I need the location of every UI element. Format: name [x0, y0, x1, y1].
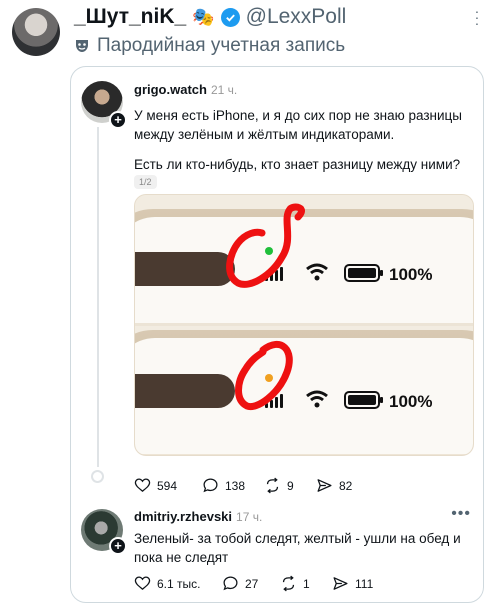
verified-icon	[220, 7, 240, 27]
quoted-time: 21 ч.	[210, 83, 238, 97]
parody-label: Пародийная учетная запись	[97, 35, 346, 56]
quoted-text-2: Есть ли кто-нибудь, кто знает разницу ме…	[134, 157, 461, 172]
quoted-actions: 594 138 9 82	[134, 477, 352, 494]
send-icon	[317, 479, 332, 492]
reply-actions: 6.1 тыс. 27 1 111	[134, 575, 373, 592]
quoted-text-1: У меня есть iPhone, и я до сих пор не зн…	[134, 108, 462, 142]
theater-mask-icon: 🎭	[192, 6, 215, 27]
red-annotation-scribble	[226, 203, 305, 288]
share-count: 111	[355, 576, 374, 591]
reply-more-icon[interactable]: •••	[451, 505, 471, 523]
parody-mask-icon	[76, 40, 88, 52]
battery-percent: 100%	[389, 392, 433, 411]
share-button[interactable]: 111	[332, 575, 373, 592]
battery-percent: 100%	[389, 265, 433, 284]
battery-icon	[344, 391, 383, 409]
photo-panel-yellow: 100%	[135, 326, 473, 454]
heart-icon	[134, 576, 151, 590]
like-count: 594	[157, 478, 178, 493]
follow-plus-icon[interactable]: +	[109, 537, 127, 555]
send-icon	[333, 577, 348, 590]
repost-icon	[282, 575, 295, 592]
comment-button[interactable]: 27	[222, 575, 280, 592]
quoted-username[interactable]: grigo.watch	[134, 82, 207, 97]
comment-count: 27	[245, 576, 259, 591]
parody-label-row: Пародийная учетная запись	[74, 35, 345, 57]
thread-line	[97, 127, 99, 467]
like-count: 6.1 тыс.	[157, 576, 201, 591]
reply-text: Зеленый- за тобой следят, желтый - ушли …	[134, 531, 461, 565]
share-count: 82	[339, 478, 353, 493]
embedded-post-card: + grigo.watch 21 ч. У меня есть iPhone, и…	[70, 66, 484, 603]
reply-user-row: dmitriy.rzhevski 17 ч.	[134, 509, 262, 524]
red-annotation-scribble	[235, 341, 293, 411]
wifi-icon	[306, 390, 328, 408]
like-button[interactable]: 6.1 тыс.	[134, 575, 222, 592]
repost-button[interactable]: 9	[264, 477, 316, 494]
author-handle[interactable]: @LexxPoll	[246, 5, 347, 29]
author-name-row: _Шут_niK_ 🎭 @LexxPoll	[74, 5, 346, 29]
battery-icon	[344, 264, 383, 282]
image-page-indicator: 1/2	[134, 175, 157, 189]
follow-plus-icon[interactable]: +	[109, 111, 127, 129]
reply-username[interactable]: dmitriy.rzhevski	[134, 509, 232, 524]
thread-end-dot	[91, 470, 104, 483]
author-avatar[interactable]	[12, 8, 60, 56]
comment-count: 138	[225, 478, 246, 493]
repost-icon	[266, 477, 279, 494]
comment-button[interactable]: 138	[202, 477, 264, 494]
comment-icon	[223, 576, 238, 591]
reply-time: 17 ч.	[236, 510, 263, 524]
heart-icon	[134, 478, 151, 492]
repost-count: 1	[303, 576, 310, 591]
repost-count: 9	[287, 478, 294, 493]
status-bar-photo[interactable]: 100% 100%	[134, 194, 474, 456]
quoted-user-row: grigo.watch 21 ч.	[134, 82, 237, 97]
share-button[interactable]: 82	[316, 477, 352, 494]
like-button[interactable]: 594	[134, 477, 202, 494]
photo-panel-green: 100%	[135, 195, 473, 323]
repost-button[interactable]: 1	[280, 575, 332, 592]
comment-icon	[203, 478, 218, 493]
more-options-icon[interactable]: · · ·	[474, 4, 480, 30]
dynamic-island	[135, 374, 235, 408]
author-name[interactable]: _Шут_niK_	[74, 5, 186, 29]
